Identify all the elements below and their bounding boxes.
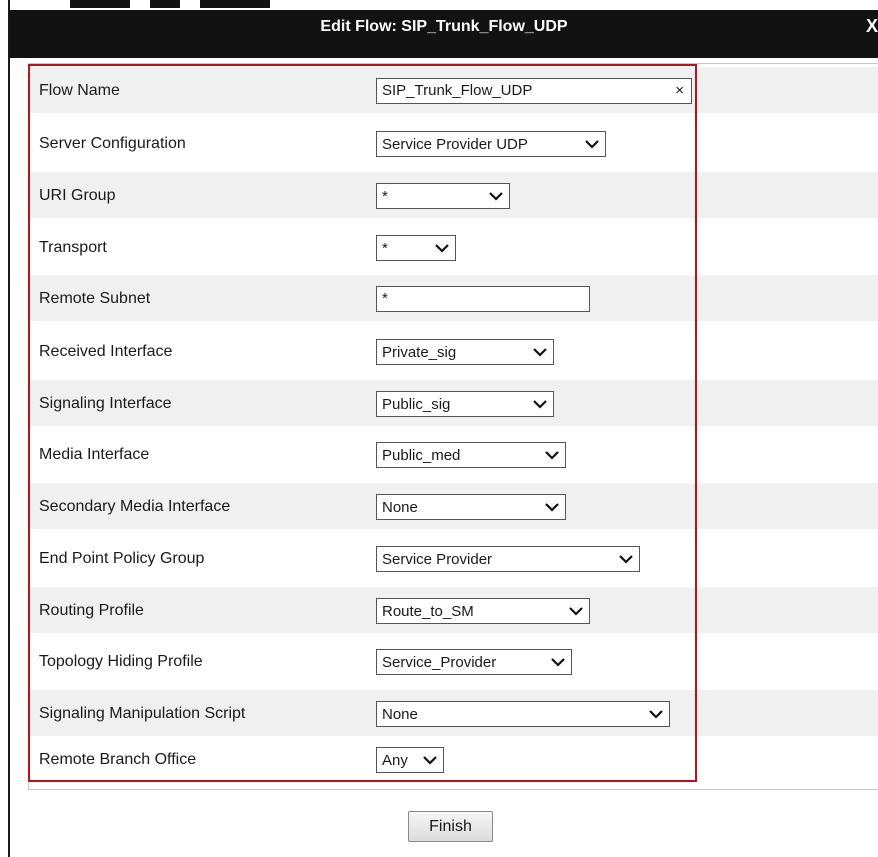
close-icon[interactable]: X xyxy=(866,16,878,37)
window-left-edge xyxy=(8,0,10,857)
dialog-title-bar: Edit Flow: SIP_Trunk_Flow_UDP X xyxy=(10,0,878,58)
highlighted-form-area xyxy=(28,64,697,782)
finish-button[interactable]: Finish xyxy=(408,811,493,842)
dialog-title: Edit Flow: SIP_Trunk_Flow_UDP xyxy=(320,18,568,35)
